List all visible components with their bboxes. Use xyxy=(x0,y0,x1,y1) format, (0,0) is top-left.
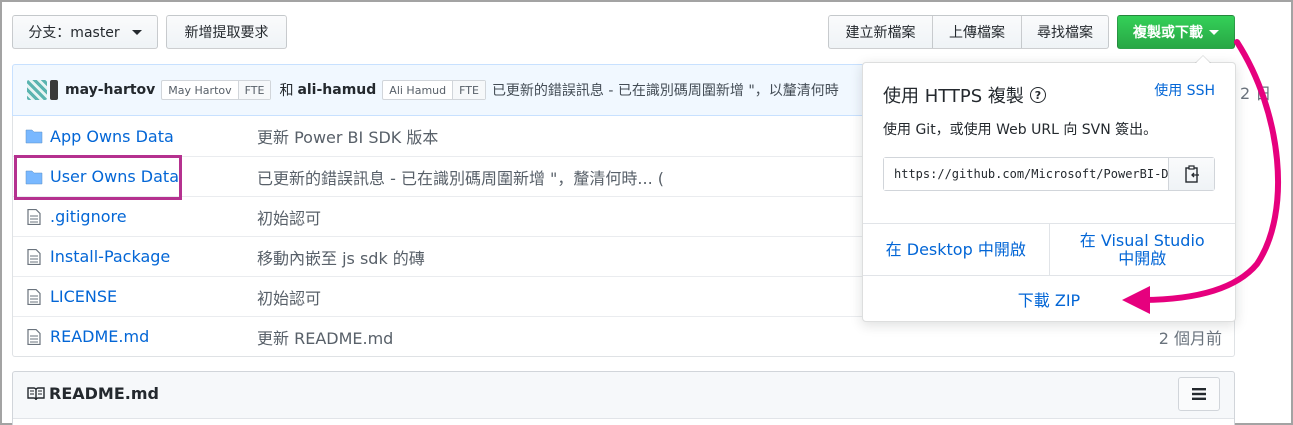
avatar[interactable] xyxy=(50,80,58,100)
commit-age: 2 日 xyxy=(1240,84,1272,103)
hamburger-menu-button[interactable] xyxy=(1178,377,1220,411)
open-in-visual-studio-button[interactable]: 在 Visual Studio 中開啟 xyxy=(1048,224,1236,275)
author-2-name: Ali Hamud xyxy=(389,83,447,97)
file-name-link[interactable]: README.md xyxy=(50,327,149,346)
use-ssh-link[interactable]: 使用 SSH xyxy=(1154,80,1215,100)
clipboard-icon xyxy=(1184,165,1199,183)
readme-content xyxy=(13,418,1234,425)
clone-download-dropdown: 使用 HTTPS 複製 ? 使用 SSH 使用 Git，或使用 Web URL … xyxy=(862,55,1236,322)
open-in-desktop-button[interactable]: 在 Desktop 中開啟 xyxy=(863,224,1049,275)
copy-to-clipboard-button[interactable] xyxy=(1168,158,1214,190)
author-1-tag: May Hartov FTE xyxy=(161,80,272,100)
chevron-down-icon xyxy=(1209,29,1219,35)
upload-files-button[interactable]: 上傳檔案 xyxy=(933,15,1022,49)
clone-or-download-button[interactable]: 複製或下載 xyxy=(1117,15,1235,49)
commit-author-1[interactable]: may-hartov xyxy=(65,82,155,98)
create-new-file-button[interactable]: 建立新檔案 xyxy=(828,15,933,49)
clone-title-text: 使用 HTTPS 複製 xyxy=(883,86,1024,107)
file-commit-message[interactable]: 已更新的錯誤訊息 - 已在識別碼周圍新增 "，釐清何時... ( xyxy=(257,165,664,189)
file-icon xyxy=(27,249,41,265)
file-name-link[interactable]: Install-Package xyxy=(50,247,170,266)
file-commit-message[interactable]: 初始認可 xyxy=(257,285,321,309)
clone-title: 使用 HTTPS 複製 ? xyxy=(883,82,1046,108)
file-commit-message[interactable]: 初始認可 xyxy=(257,205,321,229)
file-name-link[interactable]: .gitignore xyxy=(50,207,127,226)
branch-label: 分支：master xyxy=(28,25,120,41)
file-name-link[interactable]: User Owns Data xyxy=(50,167,179,186)
file-icon xyxy=(27,289,41,305)
file-age: 2 個月前 xyxy=(1158,328,1222,348)
help-icon[interactable]: ? xyxy=(1029,87,1046,103)
file-commit-message[interactable]: 移動內嵌至 js sdk 的磚 xyxy=(257,245,425,269)
open-vs-label-line1: 在 Visual Studio xyxy=(1079,230,1205,250)
menu-icon xyxy=(1192,388,1206,400)
clone-url-input[interactable]: https://github.com/Microsoft/PowerBI-Dev… xyxy=(884,158,1168,190)
commit-message[interactable]: 已更新的錯誤訊息 - 已在識別碼周圍新增 "，以釐清何時 xyxy=(492,80,839,100)
readme-panel: README.md xyxy=(12,371,1235,425)
commit-author-2[interactable]: ali-hamud xyxy=(297,82,376,98)
find-file-button[interactable]: 尋找檔案 xyxy=(1022,15,1109,49)
file-name-link[interactable]: LICENSE xyxy=(50,287,117,306)
folder-icon xyxy=(25,129,43,144)
chevron-down-icon xyxy=(131,29,142,35)
and-text: 和 xyxy=(279,83,294,99)
file-icon xyxy=(27,209,41,225)
branch-selector-button[interactable]: 分支：master xyxy=(12,15,158,49)
file-commit-message[interactable]: 更新 Power BI SDK 版本 xyxy=(257,124,438,148)
avatar[interactable] xyxy=(27,80,47,100)
screenshot-frame: 分支：master 新增提取要求 建立新檔案 上傳檔案 尋找檔案 複製或下載 m… xyxy=(0,0,1293,425)
file-icon xyxy=(27,329,41,345)
table-row: README.md 更新 README.md 2 個月前 xyxy=(13,316,1234,356)
open-vs-label-line2: 中開啟 xyxy=(1118,248,1167,268)
clone-description: 使用 Git，或使用 Web URL 向 SVN 簽出。 xyxy=(883,122,1158,138)
author-1-badge: FTE xyxy=(237,81,271,99)
file-name-link[interactable]: App Owns Data xyxy=(50,127,174,146)
book-icon xyxy=(27,387,45,401)
new-pull-request-button[interactable]: 新增提取要求 xyxy=(166,15,287,49)
folder-icon xyxy=(25,170,43,185)
open-options-row: 在 Desktop 中開啟 在 Visual Studio 中開啟 xyxy=(863,223,1235,275)
download-zip-button[interactable]: 下載 ZIP xyxy=(863,275,1235,321)
author-1-name: May Hartov xyxy=(168,83,232,97)
file-commit-message[interactable]: 更新 README.md xyxy=(257,325,393,349)
author-2-badge: FTE xyxy=(452,81,485,99)
clone-download-label: 複製或下載 xyxy=(1133,25,1203,41)
clone-url-field: https://github.com/Microsoft/PowerBI-Dev… xyxy=(883,157,1215,191)
author-2-tag: Ali Hamud FTE xyxy=(382,80,486,100)
readme-title: README.md xyxy=(49,384,159,403)
